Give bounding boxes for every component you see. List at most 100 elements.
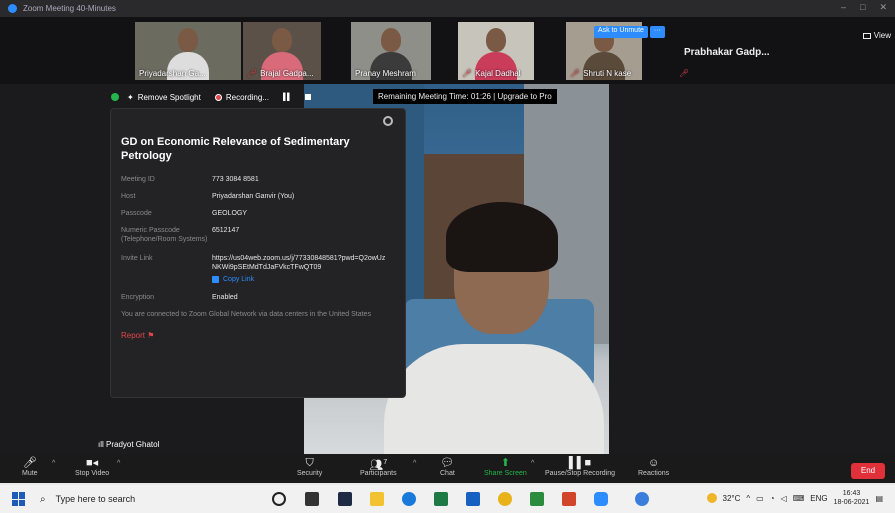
pause-recording-button[interactable]: ▌▌ — [283, 93, 292, 101]
participant-count: 7 — [383, 459, 388, 466]
participants-button[interactable]: 👥︎7 Participants — [360, 456, 397, 477]
mic-muted-icon: 🎤︎ — [462, 69, 473, 78]
signal-icon: ıll — [98, 440, 104, 449]
smiley-icon: ☺ — [647, 457, 660, 469]
mic-muted-icon: 🎤︎ — [247, 69, 258, 78]
participant-name: Pranay Meshram — [355, 69, 416, 78]
network-icon[interactable]: ◔ — [770, 494, 775, 503]
copy-link-button[interactable]: Copy Link — [212, 276, 395, 283]
participant-avatar — [381, 28, 401, 52]
report-button[interactable]: Report ⚑ — [121, 331, 395, 340]
stop-recording-button[interactable] — [304, 94, 311, 100]
more-options-button[interactable]: ··· — [649, 26, 665, 38]
zoom-taskbar-icon[interactable] — [594, 492, 608, 506]
info-key: Numeric Passcode (Telephone/Room Systems… — [121, 227, 208, 243]
participants-options-chevron-icon[interactable]: ^ — [413, 460, 416, 467]
windows-taskbar: ⌕ Type here to search 32°C ^ ▭ ◔ ◁ ⌨ ENG… — [0, 485, 895, 513]
participant-tile[interactable]: Priyadarshan Ga... — [135, 22, 241, 80]
powerpoint-icon[interactable] — [562, 492, 576, 506]
grid-view-icon — [862, 32, 871, 39]
temperature: 32°C — [722, 493, 741, 503]
video-camera-icon: ■◂ — [85, 457, 99, 469]
shield-icon[interactable] — [111, 93, 119, 101]
pause-stop-recording-button[interactable]: ▌▌■ Pause/Stop Recording — [545, 456, 615, 477]
reactions-button[interactable]: ☺ Reactions — [638, 456, 669, 477]
share-screen-button[interactable]: ⬆ Share Screen — [484, 456, 527, 477]
cortana-icon[interactable] — [272, 492, 286, 506]
zoom-logo-icon — [8, 4, 17, 13]
info-row: Invite Link https://us04web.zoom.us/j/77… — [121, 254, 395, 272]
share-screen-icon: ⬆ — [500, 457, 511, 469]
mute-button[interactable]: 🎤︎ Mute — [22, 456, 38, 477]
mail-icon[interactable] — [466, 492, 480, 506]
participant-tile[interactable]: 🎤︎ Brajal Gadpa... — [243, 22, 321, 80]
info-key: Host — [121, 193, 136, 200]
numeric-passcode-value: 6512147 — [212, 227, 240, 234]
end-meeting-button[interactable]: End — [851, 463, 885, 479]
view-button[interactable]: View — [862, 31, 891, 40]
security-button[interactable]: ⛉ Security — [297, 456, 322, 477]
taskbar-search[interactable]: ⌕ Type here to search — [40, 489, 240, 509]
share-options-chevron-icon[interactable]: ^ — [531, 460, 534, 467]
participant-tile[interactable]: Pranay Meshram — [351, 22, 431, 80]
maximize-icon[interactable]: □ — [860, 2, 865, 13]
search-placeholder: Type here to search — [55, 494, 136, 504]
passcode-value: GEOLOGY — [212, 210, 248, 217]
language[interactable]: ENG — [810, 494, 827, 503]
windows-start-icon[interactable] — [12, 492, 26, 506]
edge-icon[interactable] — [402, 492, 416, 506]
copy-icon — [212, 276, 219, 283]
meeting-info-panel: GD on Economic Relevance of Sedimentary … — [110, 108, 406, 398]
stop-video-button[interactable]: ■◂ Stop Video — [75, 456, 109, 477]
meeting-toolbar: 🎤︎ Mute ^ ■◂ Stop Video ^ ⛉ Security 👥︎7… — [0, 454, 895, 483]
battery-icon[interactable]: ▭ — [756, 494, 764, 503]
ask-to-unmute-button[interactable]: Ask to Unmute — [594, 26, 648, 38]
remaining-time-banner[interactable]: Remaining Meeting Time: 01:26 | Upgrade … — [373, 89, 557, 104]
close-icon[interactable]: ✕ — [879, 2, 887, 13]
volume-icon[interactable]: ◁ — [781, 494, 787, 503]
notification-icon[interactable]: ▤ — [875, 494, 883, 503]
participant-avatar — [486, 28, 506, 52]
ask-unmute-group: Ask to Unmute ··· — [594, 26, 665, 38]
task-view-icon[interactable] — [305, 492, 319, 506]
clock[interactable]: 16:43 18-06-2021 — [834, 489, 870, 507]
help-icon[interactable] — [635, 492, 649, 506]
pause-icon: ▌▌ — [283, 93, 292, 101]
info-key: Meeting ID — [121, 176, 155, 183]
shield-icon: ⛉ — [305, 457, 314, 469]
info-key: Encryption — [121, 294, 155, 301]
window-title: Zoom Meeting 40-Minutes — [23, 4, 116, 13]
mic-muted-icon: 🎤︎ — [570, 69, 581, 78]
title-bar: Zoom Meeting 40-Minutes – □ ✕ — [0, 0, 895, 17]
pause-stop-icon: ▌▌■ — [568, 457, 592, 469]
participants-icon: 👥︎7 — [369, 459, 388, 472]
participant-name: Kajal Dadhal — [475, 69, 521, 78]
minimize-icon[interactable]: – — [841, 2, 846, 13]
participant-tile[interactable]: 🎤︎ Kajal Dadhal — [458, 22, 534, 80]
mute-options-chevron-icon[interactable]: ^ — [52, 460, 55, 467]
participant-name-tile[interactable]: Prabhakar Gadp... — [684, 47, 770, 58]
info-key: Passcode — [121, 210, 152, 217]
microphone-icon: 🎤︎ — [22, 457, 37, 469]
meeting-top-bar: ✦ Remove Spotlight Recording... ▌▌ Remai… — [105, 88, 610, 106]
photos-icon[interactable] — [530, 492, 544, 506]
pin-icon: ✦ — [127, 92, 134, 102]
window-controls: – □ ✕ — [841, 2, 887, 13]
invite-link-value[interactable]: https://us04web.zoom.us/j/77330848581?pw… — [212, 254, 387, 272]
excel-icon[interactable] — [434, 492, 448, 506]
chat-button[interactable]: 💬︎ Chat — [440, 456, 455, 477]
gear-icon[interactable] — [383, 116, 393, 126]
mic-muted-icon: 🎤︎ — [679, 69, 690, 78]
connection-note: You are connected to Zoom Global Network… — [121, 311, 371, 318]
stop-icon — [304, 94, 311, 100]
chrome-icon[interactable] — [498, 492, 512, 506]
tray-chevron-icon[interactable]: ^ — [746, 494, 750, 503]
zoom-window: Zoom Meeting 40-Minutes – □ ✕ Priyadarsh… — [0, 0, 895, 483]
remove-spotlight-button[interactable]: ✦ Remove Spotlight — [127, 93, 201, 102]
keyboard-icon[interactable]: ⌨ — [793, 494, 805, 503]
file-explorer-icon[interactable] — [370, 492, 384, 506]
store-icon[interactable] — [338, 492, 352, 506]
chat-icon: 💬︎ — [440, 457, 455, 469]
video-options-chevron-icon[interactable]: ^ — [117, 460, 120, 467]
recording-indicator: Recording... — [214, 93, 269, 102]
